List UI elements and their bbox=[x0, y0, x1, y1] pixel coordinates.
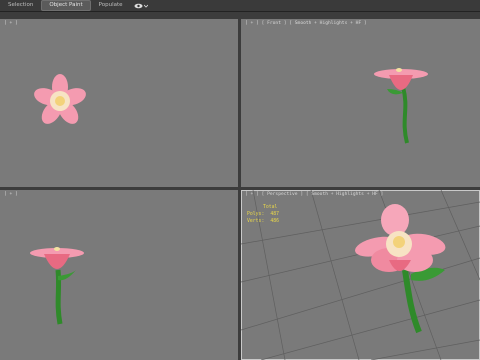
tab-populate[interactable]: Populate bbox=[92, 1, 130, 10]
tab-selection[interactable]: Selection bbox=[1, 1, 40, 10]
viewport-label[interactable]: [ + ] bbox=[4, 21, 18, 26]
viewport-label[interactable]: [ + ] [ Front ] [ Smooth + Highlights + … bbox=[245, 21, 367, 26]
chevron-down-icon bbox=[143, 4, 148, 8]
viewport-left[interactable]: [ + ] bbox=[0, 190, 238, 360]
tab-object-paint[interactable]: Object Paint bbox=[41, 0, 91, 11]
viewport-front[interactable]: [ + ] [ Front ] [ Smooth + Highlights + … bbox=[241, 19, 480, 187]
mode-toolbar: Selection Object Paint Populate bbox=[0, 0, 480, 12]
viewport-label[interactable]: [ + ] bbox=[4, 192, 18, 197]
eye-icon[interactable] bbox=[134, 2, 148, 9]
flower-top-view bbox=[34, 74, 86, 124]
viewport-top[interactable]: [ + ] bbox=[0, 19, 238, 187]
flower-left-view bbox=[30, 247, 84, 325]
flower-perspective-view bbox=[355, 204, 446, 334]
viewport-perspective[interactable]: [ + ] [ Perspective ] [ Smooth + Highlig… bbox=[241, 190, 480, 360]
flower-front-view bbox=[374, 68, 428, 144]
